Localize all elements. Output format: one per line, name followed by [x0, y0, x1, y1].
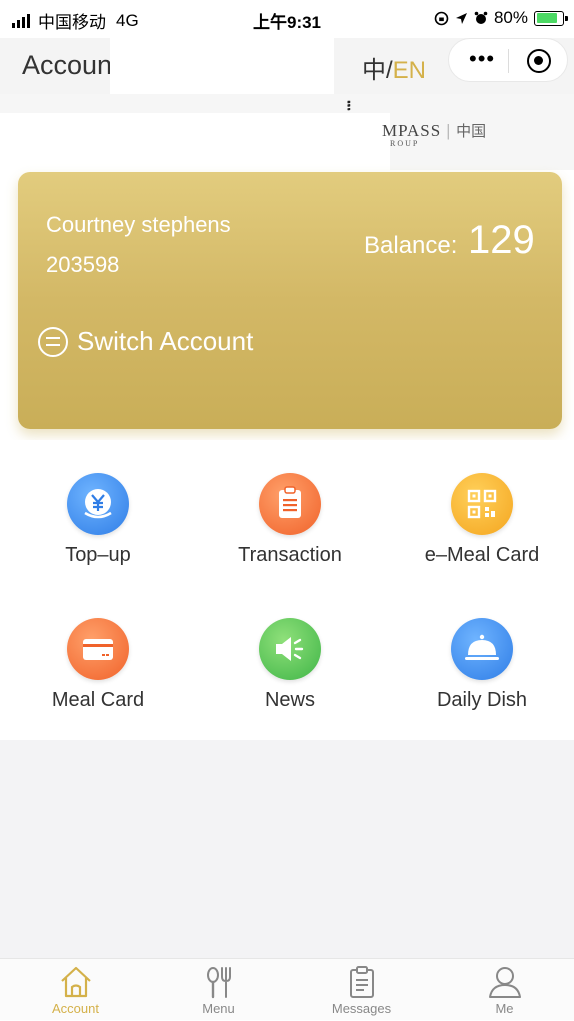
- menu-item-label: e–Meal Card: [424, 544, 540, 566]
- swap-icon: [38, 326, 68, 357]
- battery-percent: 80%: [493, 8, 528, 27]
- account-number: 203598: [46, 252, 120, 277]
- tab-label: Account: [52, 1001, 99, 1016]
- brand-logo: MPASS | 中国: [382, 121, 487, 140]
- user-icon: [488, 967, 521, 998]
- tab-label: Messages: [331, 1001, 392, 1016]
- qr-code-icon: [451, 473, 513, 535]
- function-grid: Top–up Transaction e–Meal Card Meal Card…: [0, 440, 574, 740]
- menu-item-label: News: [264, 689, 315, 711]
- alarm-icon: [474, 11, 488, 24]
- menu-item-daily-dish[interactable]: Daily Dish: [387, 585, 574, 715]
- brand-logo-text: MPASS: [382, 121, 442, 140]
- content-empty-area: [0, 740, 574, 958]
- lang-en-option[interactable]: EN: [393, 57, 426, 84]
- cloche-icon: [451, 618, 513, 680]
- status-bar: 中国移动 4G 上午9:31 80%: [0, 0, 574, 38]
- menu-item-label: Meal Card: [51, 689, 145, 711]
- switch-account-button[interactable]: Switch Account: [38, 326, 253, 357]
- page-title: Accoun: [22, 50, 113, 80]
- menu-item-transaction[interactable]: Transaction: [195, 440, 385, 570]
- lang-separator: /: [386, 57, 393, 84]
- location-icon: [455, 12, 467, 24]
- clipboard-list-icon: [349, 966, 374, 998]
- language-switch[interactable]: 中/EN: [362, 50, 426, 85]
- menu-item-emeal-card[interactable]: e–Meal Card: [387, 440, 574, 570]
- tab-bar: Account Menu Messages Me: [0, 958, 574, 1020]
- menu-item-news[interactable]: News: [195, 585, 385, 715]
- nav-bar: Accoun 中/EN •••: [0, 38, 574, 94]
- home-icon: [60, 966, 91, 998]
- lang-zh-option[interactable]: 中: [362, 57, 386, 84]
- brand-logo-zh: 中国: [456, 123, 487, 140]
- ellipsis-icon[interactable]: •••: [469, 48, 495, 70]
- rotation-lock-icon: [434, 11, 449, 25]
- tab-label: Me: [495, 1001, 514, 1016]
- balance-label: Balance:: [364, 232, 458, 259]
- menu-item-label: Top–up: [65, 544, 131, 566]
- tab-me[interactable]: Me: [433, 959, 574, 1021]
- menu-item-meal-card[interactable]: Meal Card: [3, 585, 193, 715]
- megaphone-icon: [259, 618, 321, 680]
- menu-item-label: Transaction: [238, 544, 342, 566]
- brand-logo-sub: ROUP: [390, 139, 420, 148]
- miniprogram-capsule: •••: [448, 38, 568, 82]
- target-icon[interactable]: [527, 49, 551, 73]
- switch-account-label: Switch Account: [77, 326, 254, 356]
- capsule-divider: [508, 49, 509, 73]
- tab-label: Menu: [202, 1001, 235, 1016]
- tab-account[interactable]: Account: [4, 959, 147, 1021]
- banner-mark: ፧: [347, 98, 351, 115]
- redacted-area: [110, 38, 334, 94]
- menu-item-label: Daily Dish: [436, 689, 528, 711]
- account-name: Courtney stephens: [46, 212, 231, 237]
- account-card: Courtney stephens 203598 Balance: 129 Sw…: [18, 172, 562, 429]
- menu-item-topup[interactable]: Top–up: [3, 440, 193, 570]
- utensils-icon: [206, 967, 231, 999]
- yen-icon: [67, 473, 129, 535]
- tab-messages[interactable]: Messages: [290, 959, 433, 1021]
- card-icon: [67, 618, 129, 680]
- battery-icon: [534, 10, 568, 26]
- status-right: 80%: [434, 8, 568, 28]
- tab-menu[interactable]: Menu: [147, 959, 290, 1021]
- banner-redacted: [0, 113, 390, 170]
- clipboard-icon: [259, 473, 321, 535]
- balance-value: 129: [468, 218, 535, 262]
